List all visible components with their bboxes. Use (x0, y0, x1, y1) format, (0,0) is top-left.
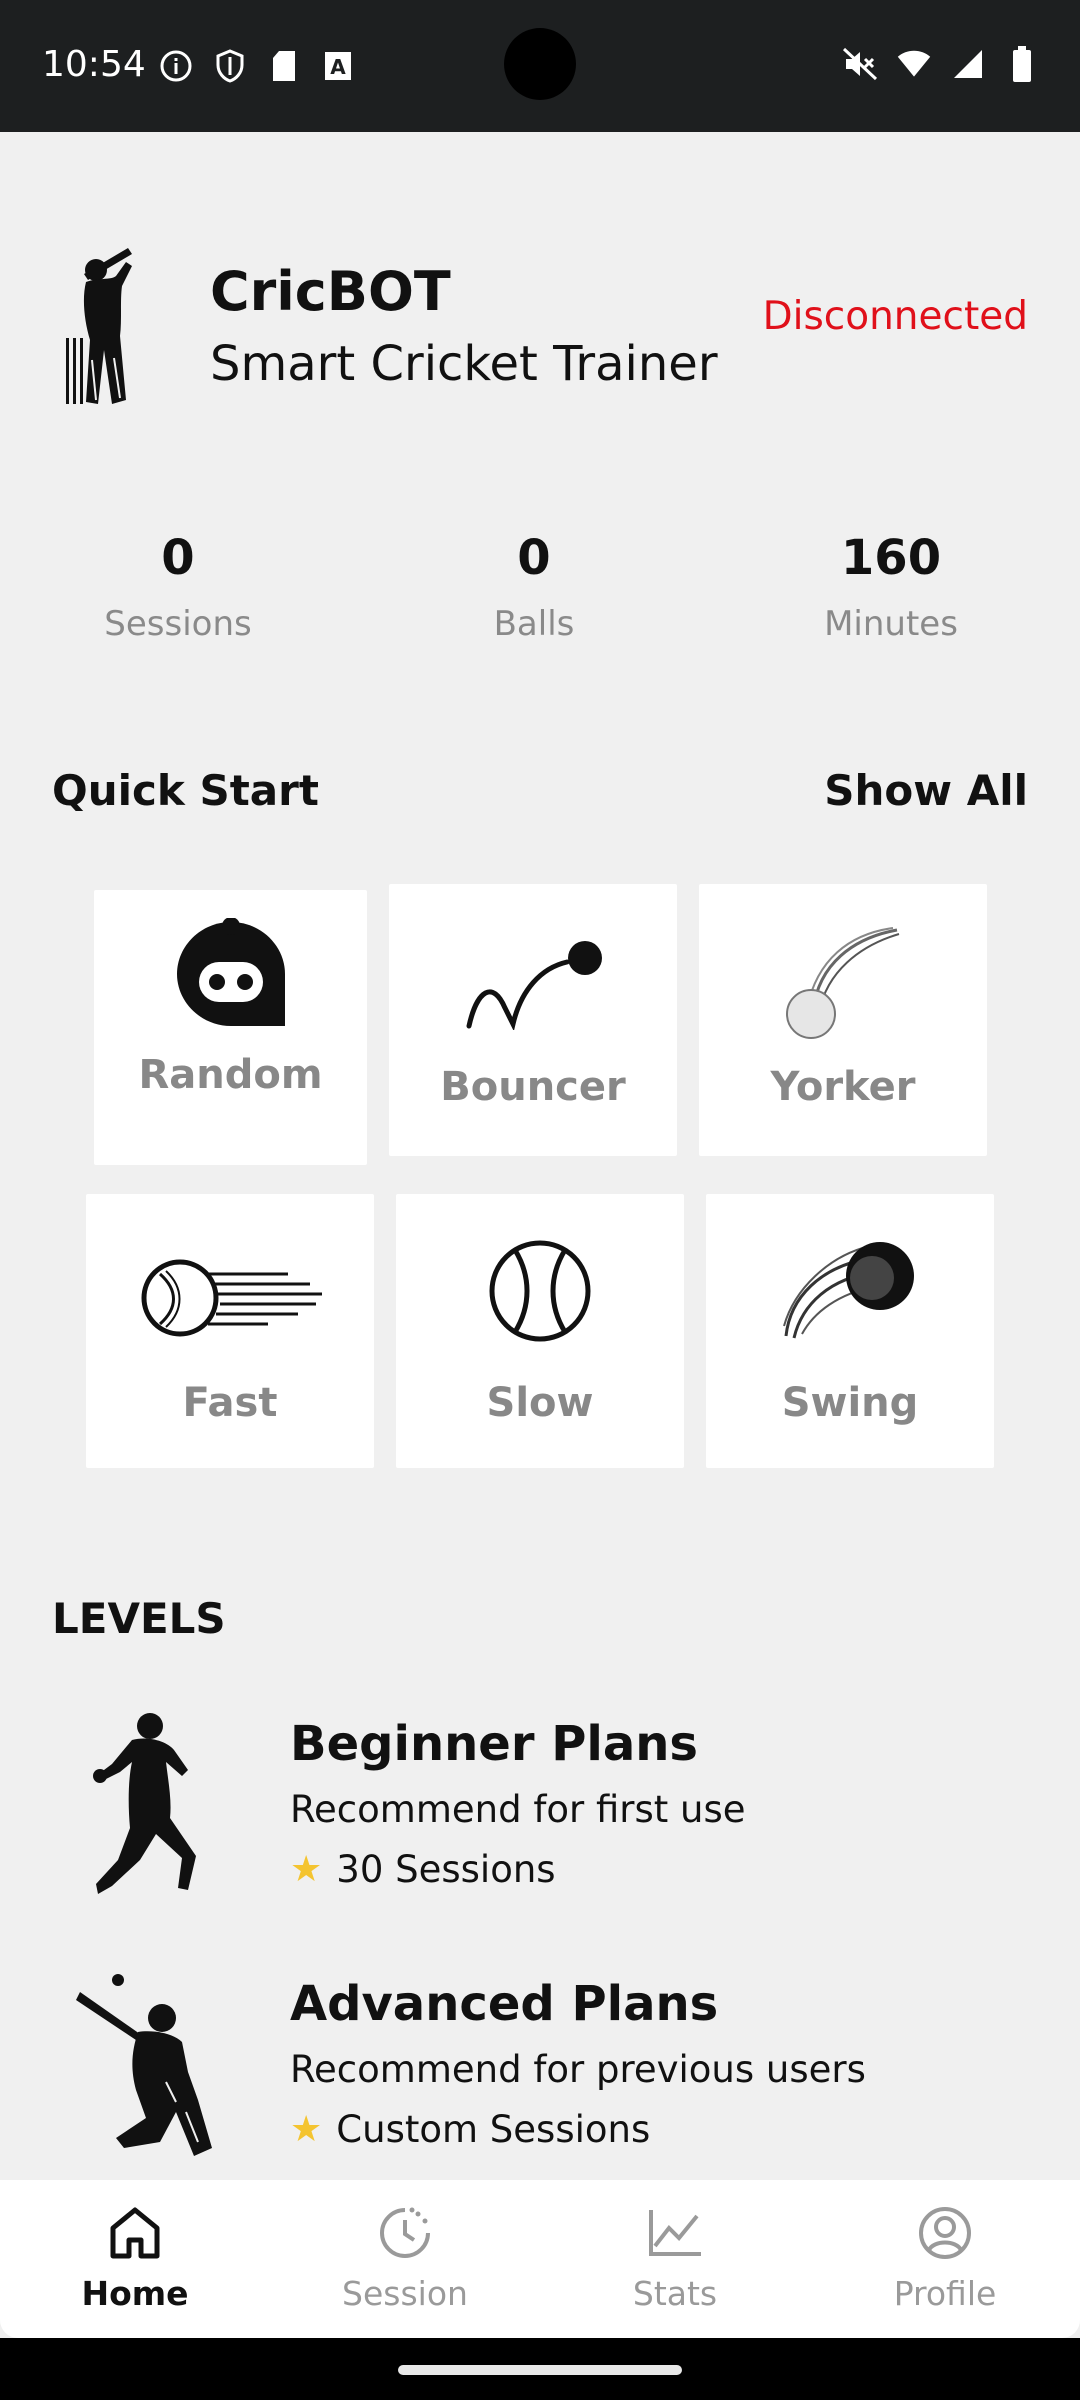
stats-icon (575, 2198, 775, 2268)
batsman-logo-icon (66, 240, 144, 410)
tile-label: Random (138, 1052, 323, 1098)
nav-home[interactable]: Home (35, 2198, 235, 2313)
nav-session[interactable]: Session (305, 2198, 505, 2313)
connection-status[interactable]: Disconnected (763, 294, 1028, 339)
plan-description: Recommend for first use (290, 1788, 746, 1831)
star-icon: ★ (290, 2109, 323, 2150)
stat-sessions: 0 Sessions (58, 530, 298, 644)
sd-card-icon (266, 48, 302, 84)
tile-fast[interactable]: Fast (86, 1194, 374, 1468)
home-icon (35, 2198, 235, 2268)
stat-balls: 0 Balls (414, 530, 654, 644)
fast-ball-icon (86, 1256, 374, 1340)
profile-icon (845, 2198, 1045, 2268)
stat-minutes: 160 Minutes (771, 530, 1011, 644)
batsman-icon[interactable] (76, 1972, 216, 2158)
levels-title: LEVELS (52, 1594, 226, 1643)
status-time: 10:54 (42, 44, 146, 85)
tile-label: Swing (781, 1380, 919, 1426)
info-icon (158, 48, 194, 84)
slow-ball-icon (396, 1238, 684, 1344)
nav-label: Home (81, 2274, 189, 2313)
tile-yorker[interactable]: Yorker (699, 884, 987, 1156)
bottom-navigation: Home Session Stats Profile (0, 2180, 1080, 2338)
nav-label: Profile (893, 2274, 997, 2313)
nav-stats[interactable]: Stats (575, 2198, 775, 2313)
status-left-icons: A (158, 48, 356, 84)
home-gesture-handle[interactable] (398, 2365, 682, 2375)
tile-label: Fast (182, 1380, 278, 1426)
stat-value: 160 (840, 530, 942, 586)
bouncer-icon (389, 940, 677, 1030)
plan-sessions: Custom Sessions (336, 2108, 651, 2151)
shield-icon (212, 48, 248, 84)
tile-bouncer[interactable]: Bouncer (389, 884, 677, 1156)
robot-icon (94, 918, 367, 1030)
show-all-button[interactable]: Show All (824, 766, 1028, 815)
stat-label: Balls (493, 604, 575, 644)
wifi-icon (896, 46, 932, 82)
plan-title[interactable]: Advanced Plans (290, 1976, 718, 2032)
plan-sessions: 30 Sessions (336, 1848, 556, 1891)
session-icon (305, 2198, 505, 2268)
tile-random[interactable]: Random (94, 890, 367, 1165)
plan-meta: ★ 30 Sessions (290, 1848, 556, 1891)
nav-profile[interactable]: Profile (845, 2198, 1045, 2313)
status-right-icons (842, 46, 1040, 82)
tile-swing[interactable]: Swing (706, 1194, 994, 1468)
bowler-icon[interactable] (92, 1710, 202, 1898)
nav-label: Session (342, 2274, 468, 2313)
stat-value: 0 (161, 530, 195, 586)
status-bar: 10:54 A (0, 0, 1080, 132)
signal-icon (950, 46, 986, 82)
camera-cutout (504, 28, 576, 100)
nav-label: Stats (632, 2274, 718, 2313)
tile-label: Slow (486, 1380, 594, 1426)
yorker-icon (699, 924, 987, 1040)
app-title: CricBOT (210, 260, 451, 323)
tile-slow[interactable]: Slow (396, 1194, 684, 1468)
stat-label: Sessions (104, 604, 252, 644)
svg-text:A: A (330, 55, 346, 79)
stat-value: 0 (517, 530, 551, 586)
star-icon: ★ (290, 1849, 323, 1890)
swing-ball-icon (706, 1238, 994, 1342)
stat-label: Minutes (824, 604, 958, 644)
plan-meta: ★ Custom Sessions (290, 2108, 650, 2151)
battery-icon (1004, 46, 1040, 82)
plan-title[interactable]: Beginner Plans (290, 1716, 698, 1772)
quick-start-title: Quick Start (52, 766, 319, 815)
mute-icon (842, 46, 878, 82)
tile-label: Bouncer (440, 1064, 626, 1110)
plan-description: Recommend for previous users (290, 2048, 866, 2091)
app-subtitle: Smart Cricket Trainer (210, 336, 718, 392)
tile-label: Yorker (770, 1064, 916, 1110)
font-icon: A (320, 48, 356, 84)
